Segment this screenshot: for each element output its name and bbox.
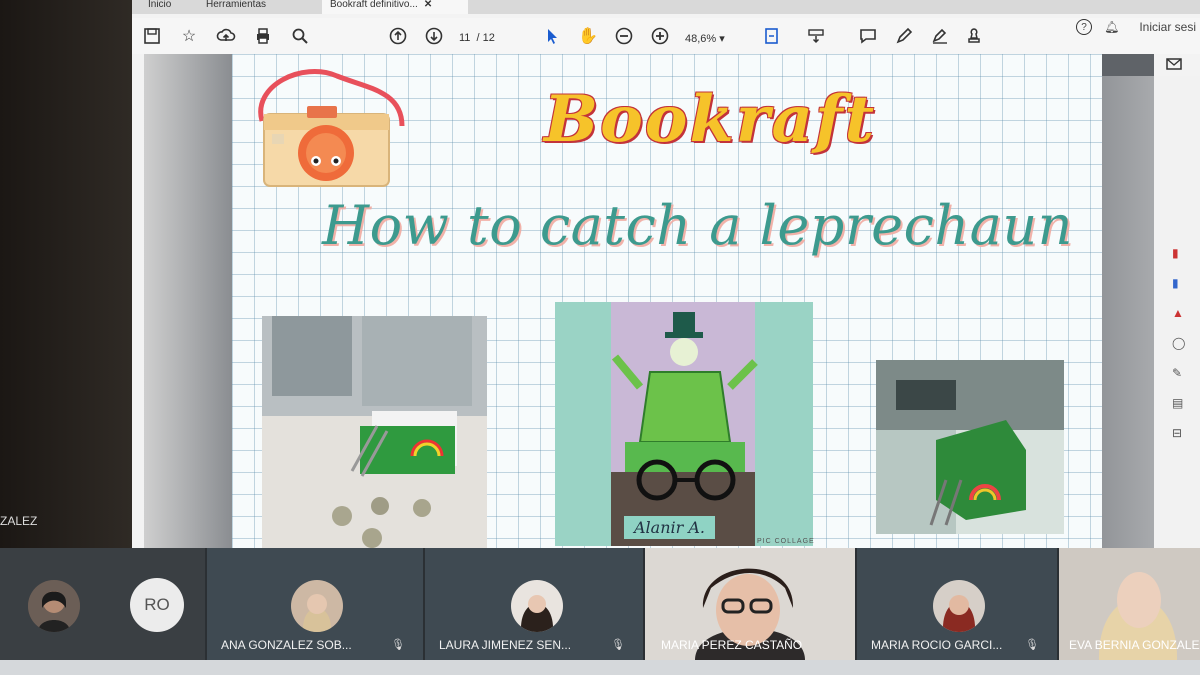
taskbar — [0, 660, 1200, 675]
avatar-initials: RO — [130, 578, 184, 632]
participant-name: MARIA PEREZ CASTAÑO — [661, 638, 803, 652]
chevron-down-icon: ▾ — [719, 33, 725, 45]
close-icon[interactable]: ✕ — [424, 0, 432, 10]
participant-name: MARIA ROCIO GARCI... — [871, 638, 1003, 652]
compress-icon[interactable]: ▤ — [1172, 396, 1188, 412]
camera-icon — [242, 66, 407, 191]
screen: ZALEZ Inicio Herramientas Bookraft defin… — [0, 0, 1200, 675]
print-icon[interactable] — [251, 24, 275, 48]
tab-document[interactable]: Bookraft definitivo... ✕ — [322, 0, 468, 14]
previous-page-icon[interactable] — [386, 24, 410, 48]
comment-tool-icon[interactable]: ◯ — [1172, 336, 1188, 352]
help-icon[interactable]: ? — [1076, 19, 1093, 35]
page-indicator[interactable]: 11 / 12 — [459, 32, 495, 44]
mic-muted-icon: 🎙︎ — [1025, 639, 1039, 651]
save-icon[interactable] — [140, 24, 164, 48]
mic-muted-icon: 🎙︎ — [611, 639, 625, 651]
tab-bar: Inicio Herramientas Bookraft definitivo.… — [132, 0, 1200, 14]
photo-leprechaun-trap-window — [262, 316, 487, 548]
fit-page-icon[interactable] — [760, 24, 784, 48]
left-gutter — [144, 54, 232, 548]
organize-icon[interactable]: ✎ — [1172, 366, 1188, 382]
photo-leprechaun-drawing — [555, 302, 813, 546]
hand-tool-icon[interactable]: ✋ — [576, 24, 600, 48]
zoom-select[interactable]: 48,6% ▾ — [685, 32, 725, 45]
tab-herramientas[interactable]: Herramientas — [198, 0, 274, 14]
next-page-icon[interactable] — [422, 24, 446, 48]
current-page-input[interactable]: 11 — [459, 32, 470, 44]
slide-brand-title: Bookraft — [544, 82, 877, 157]
participant-name: LAURA JIMENEZ SEN... — [439, 638, 572, 652]
collage-credit: PIC COLLAGE — [757, 538, 815, 545]
left-participant-name-fragment: ZALEZ — [0, 514, 38, 528]
zoom-in-icon[interactable] — [648, 24, 672, 48]
keyboard-scroll-icon[interactable] — [804, 24, 828, 48]
mic-muted-icon: 🎙︎ — [391, 639, 405, 651]
participant-video-tile[interactable]: EVA BERNIA GONZALEZ — [1059, 548, 1200, 660]
monitor-bezel — [0, 0, 132, 548]
tab-inicio[interactable]: Inicio — [140, 0, 179, 14]
bell-icon[interactable]: 🔔︎ — [1104, 20, 1119, 34]
tab-document-label: Bookraft definitivo... — [330, 0, 418, 10]
create-pdf-icon[interactable]: ▲ — [1172, 306, 1188, 322]
avatar — [28, 580, 80, 632]
right-tools-panel: ▮ ▮ ▲ ◯ ✎ ▤ ⊟ — [1154, 76, 1200, 548]
avatar — [933, 580, 985, 632]
sign-icon[interactable] — [928, 24, 952, 48]
search-icon[interactable] — [288, 24, 312, 48]
meeting-participants-strip: RO ANA GONZALEZ SOB... 🎙︎ LAURA JIMENEZ … — [0, 548, 1200, 660]
cloud-upload-icon[interactable] — [214, 24, 238, 48]
participant-tile[interactable]: ANA GONZALEZ SOB... 🎙︎ — [207, 548, 425, 660]
edit-pdf-icon[interactable]: ▮ — [1172, 276, 1188, 292]
photo-leprechaun-trap-box — [876, 360, 1064, 534]
zoom-value: 48,6% — [685, 33, 717, 45]
export-pdf-icon[interactable]: ▮ — [1172, 246, 1188, 262]
mail-icon[interactable] — [1162, 52, 1186, 76]
participant-name: ANA GONZALEZ SOB... — [221, 638, 352, 652]
page-total: / 12 — [476, 32, 495, 44]
avatar — [291, 580, 343, 632]
drawing-caption: Alanir A. — [624, 516, 716, 539]
star-icon[interactable]: ☆ — [177, 24, 201, 48]
participant-tile[interactable]: LAURA JIMENEZ SEN... 🎙︎ — [425, 548, 645, 660]
participant-video-tile[interactable]: MARIA PEREZ CASTAÑO — [645, 548, 857, 660]
zoom-out-icon[interactable] — [612, 24, 636, 48]
signin-button[interactable]: Iniciar sesi — [1139, 20, 1196, 34]
select-cursor-icon[interactable] — [540, 24, 564, 48]
participant-tile[interactable]: RO — [0, 548, 207, 660]
more-tools-icon[interactable]: ⊟ — [1172, 426, 1188, 442]
participant-name: EVA BERNIA GONZALEZ — [1069, 638, 1200, 652]
pen-icon[interactable] — [892, 24, 916, 48]
stamp-icon[interactable] — [962, 24, 986, 48]
avatar — [511, 580, 563, 632]
top-right-controls: ? 🔔︎ Iniciar sesi — [1076, 14, 1200, 40]
main-toolbar: ☆ 11 / 12 ✋ 48,6% ▾ — [132, 18, 1200, 55]
slide-page: Bookraft How to catch a leprechaun Alani… — [232, 54, 1102, 548]
pdf-viewer-window: Inicio Herramientas Bookraft definitivo.… — [132, 0, 1200, 548]
slide-subtitle: How to catch a leprechaun — [322, 194, 1073, 257]
participant-tile[interactable]: MARIA ROCIO GARCI... 🎙︎ — [857, 548, 1059, 660]
comment-icon[interactable] — [856, 24, 880, 48]
